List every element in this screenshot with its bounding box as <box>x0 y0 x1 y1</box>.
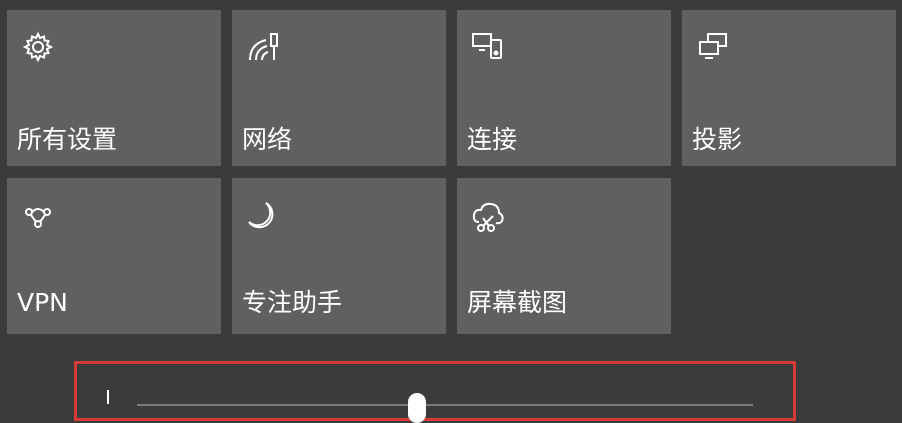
tile-connect[interactable]: 连接 <box>457 10 671 166</box>
connect-devices-icon <box>471 30 505 64</box>
tile-network[interactable]: 网络 <box>232 10 446 166</box>
snip-sketch-icon <box>471 200 505 234</box>
vpn-icon <box>21 200 55 234</box>
tile-label: 投影 <box>692 125 743 154</box>
brightness-slider-track[interactable] <box>137 404 753 406</box>
brightness-highlight-box <box>74 361 796 423</box>
tile-focus-assist[interactable]: 专注助手 <box>232 178 446 334</box>
tile-label: 专注助手 <box>242 288 343 317</box>
project-display-icon <box>696 30 730 64</box>
tile-label: 所有设置 <box>17 125 118 154</box>
tile-label: 网络 <box>242 125 293 154</box>
moon-icon <box>246 200 280 234</box>
tile-project[interactable]: 投影 <box>682 10 896 166</box>
tile-all-settings[interactable]: 所有设置 <box>7 10 221 166</box>
sun-icon <box>99 388 117 406</box>
tile-label: 连接 <box>467 125 518 154</box>
gear-icon <box>21 30 55 64</box>
network-signal-icon <box>246 30 280 64</box>
tile-label: VPN <box>17 288 68 317</box>
brightness-slider-thumb[interactable] <box>408 393 426 423</box>
tile-vpn[interactable]: VPN <box>7 178 221 334</box>
tile-screen-snip[interactable]: 屏幕截图 <box>457 178 671 334</box>
tile-label: 屏幕截图 <box>467 288 568 317</box>
